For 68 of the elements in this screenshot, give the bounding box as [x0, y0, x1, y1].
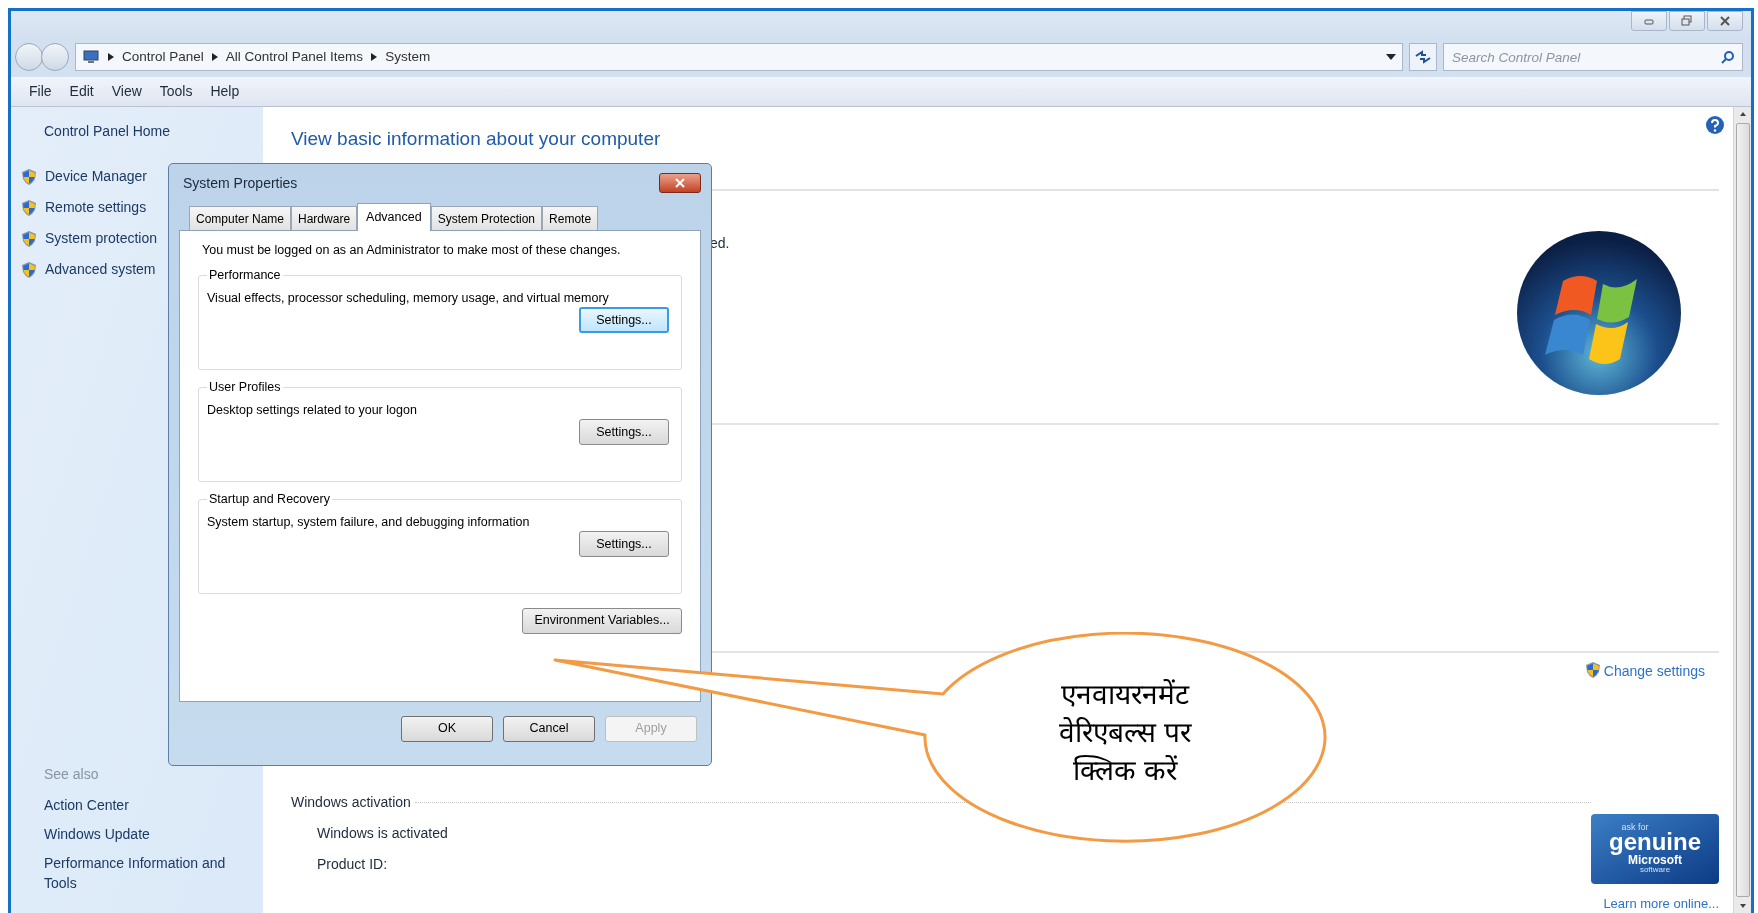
section-title: Windows activation: [291, 792, 411, 812]
tab[interactable]: Computer Name: [189, 206, 292, 230]
shield-icon: [1583, 660, 1602, 679]
change-settings-link[interactable]: Change settings: [1603, 660, 1705, 682]
settings-button[interactable]: Settings...: [579, 307, 669, 334]
computer-icon: [82, 49, 100, 65]
product-id-label: Product ID:: [317, 854, 389, 874]
refresh-icon: [1414, 50, 1432, 64]
search-field[interactable]: Search Control Panel: [1443, 43, 1743, 71]
learn-more-link[interactable]: Learn more online...: [1603, 893, 1719, 913]
breadcrumb-link[interactable]: Control Panel: [122, 46, 204, 68]
dialog-button[interactable]: OK: [401, 715, 493, 742]
settings-button[interactable]: Settings...: [579, 531, 669, 558]
address-field[interactable]: Control Panel All Control Panel Items System: [75, 43, 1403, 71]
badge-text: software: [1639, 866, 1671, 874]
badge-text: ask for: [1621, 823, 1649, 832]
page-heading: View basic information about your computer: [291, 128, 661, 149]
notice-text: You must be logged on as an Administrator to make most of these changes.: [202, 242, 622, 259]
menu-item[interactable]: Tools: [159, 81, 193, 102]
group-description: System startup, system failure, and debugging information: [207, 513, 531, 531]
sidebar-link[interactable]: Device Manager: [45, 166, 147, 187]
sidebar-link[interactable]: Windows Update: [44, 824, 244, 844]
tab[interactable]: Hardware: [291, 206, 358, 230]
badge-text: genuine: [1609, 830, 1701, 854]
chevron-icon: [108, 53, 114, 61]
shield-icon: [20, 167, 38, 186]
sidebar-link[interactable]: Remote settings: [45, 197, 147, 218]
group-title: Performance: [208, 266, 282, 284]
menu-item[interactable]: File: [29, 81, 52, 102]
settings-button[interactable]: Settings...: [579, 419, 669, 446]
refresh-button[interactable]: [1409, 43, 1437, 71]
menu-item[interactable]: Help: [210, 81, 240, 102]
sidebar-link[interactable]: Performance Information and Tools: [44, 853, 244, 893]
sidebar-link[interactable]: Action Center: [44, 795, 244, 815]
chevron-icon: [371, 53, 378, 61]
scroll-thumb[interactable]: [1735, 123, 1750, 897]
sidebar-link[interactable]: System protection: [45, 228, 158, 249]
environment-variables-button[interactable]: Environment Variables...: [522, 607, 682, 634]
group-description: Visual effects, processor scheduling, memory usage, and virtual memory: [207, 289, 610, 307]
shield-icon: [20, 229, 38, 248]
dropdown-icon[interactable]: [1386, 54, 1396, 60]
shield-icon: [20, 198, 38, 217]
breadcrumb-link[interactable]: System: [385, 46, 431, 68]
help-icon[interactable]: [1705, 115, 1725, 135]
dialog-title: System Properties: [183, 173, 298, 193]
callout-text: एनवायरनमेंट वेरिएबल्स पर क्लिक करें: [1059, 678, 1191, 788]
activation-status: Windows is activated: [317, 823, 449, 843]
shield-icon: [20, 260, 38, 279]
dialog-button[interactable]: Cancel: [503, 715, 595, 742]
close-icon: [674, 178, 686, 188]
tab[interactable]: Remote: [542, 206, 599, 230]
close-button[interactable]: [659, 173, 701, 193]
scrollbar[interactable]: [1733, 107, 1751, 913]
menu-item[interactable]: View: [111, 81, 142, 102]
group-description: Desktop settings related to your logon: [207, 401, 418, 419]
group-title: Startup and Recovery: [208, 490, 331, 508]
menu-item[interactable]: Edit: [69, 81, 94, 102]
tab[interactable]: Advanced: [357, 203, 431, 231]
tab[interactable]: System Protection: [430, 206, 543, 230]
close-button[interactable]: [1707, 11, 1743, 31]
search-icon[interactable]: [1721, 50, 1735, 64]
sidebar-link[interactable]: Control Panel Home: [44, 121, 263, 142]
chevron-icon: [211, 53, 218, 61]
section-label: See also: [44, 765, 100, 784]
sidebar-link[interactable]: Advanced system: [45, 259, 156, 280]
badge-text: Microsoft: [1628, 854, 1682, 866]
group-title: User Profiles: [208, 378, 282, 396]
breadcrumb-link[interactable]: All Control Panel Items: [225, 46, 364, 68]
